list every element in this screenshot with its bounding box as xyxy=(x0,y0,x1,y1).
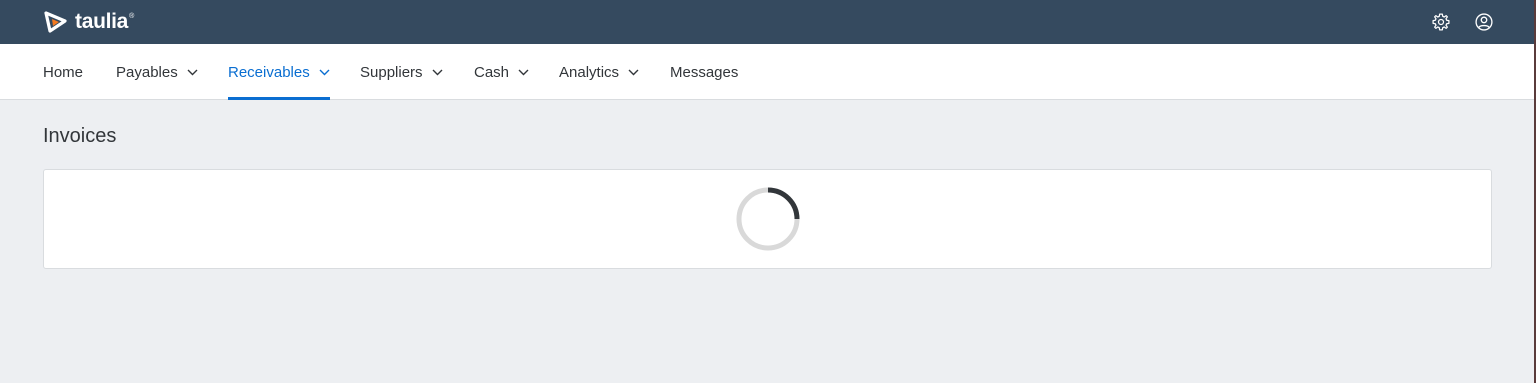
nav-item-messages[interactable]: Messages xyxy=(670,44,738,100)
taulia-logo-icon xyxy=(44,11,67,33)
chevron-down-icon xyxy=(432,69,443,75)
nav-item-label: Analytics xyxy=(559,63,620,81)
loading-spinner xyxy=(735,186,801,252)
brand-name: taulia xyxy=(75,10,129,33)
nav-item-label: Cash xyxy=(474,63,510,81)
nav-item-cash[interactable]: Cash xyxy=(474,44,529,100)
nav-item-suppliers[interactable]: Suppliers xyxy=(360,44,443,100)
main-navigation: Home Payables Receivables Suppliers Cash… xyxy=(0,44,1536,100)
user-profile-button[interactable] xyxy=(1473,11,1495,33)
chevron-down-icon xyxy=(518,69,529,75)
trademark-symbol: ® xyxy=(129,13,135,20)
top-header-bar: taulia ® xyxy=(0,0,1536,44)
nav-item-label: Receivables xyxy=(228,63,310,81)
nav-item-home[interactable]: Home xyxy=(43,44,83,100)
nav-item-label: Messages xyxy=(670,63,739,81)
taulia-logo[interactable]: taulia ® xyxy=(43,9,134,35)
gear-icon xyxy=(1432,13,1450,31)
loading-spinner-icon xyxy=(736,187,800,251)
app-page: taulia ® Home Payables Receivables Suppl… xyxy=(0,0,1536,383)
chevron-down-icon xyxy=(628,69,639,75)
nav-item-payables[interactable]: Payables xyxy=(116,44,198,100)
settings-button[interactable] xyxy=(1430,11,1452,33)
nav-item-label: Suppliers xyxy=(360,63,423,81)
nav-item-receivables[interactable]: Receivables xyxy=(228,44,330,100)
nav-item-label: Payables xyxy=(116,63,178,81)
chevron-down-icon xyxy=(187,69,198,75)
user-circle-icon xyxy=(1475,13,1493,31)
invoices-panel xyxy=(43,169,1492,269)
page-title: Invoices xyxy=(43,125,117,147)
chevron-down-icon xyxy=(319,69,330,75)
nav-item-label: Home xyxy=(43,63,84,81)
nav-item-analytics[interactable]: Analytics xyxy=(559,44,639,100)
